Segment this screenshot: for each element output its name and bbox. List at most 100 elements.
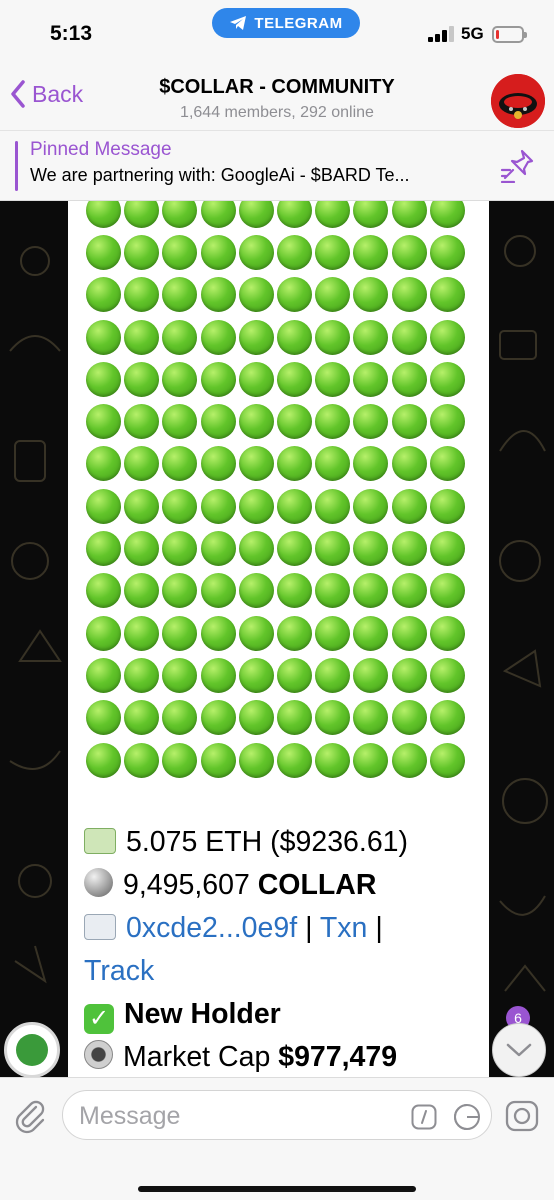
bot-avatar[interactable] [4,1022,60,1077]
green-circle-icon [276,488,312,524]
green-circle-icon [162,277,198,313]
green-circle-icon [86,404,121,440]
green-circle-icon [276,657,312,693]
battery-icon [492,26,527,43]
green-circle-icon [162,531,198,567]
green-circle-icon [391,404,427,440]
emoji-row [86,485,476,527]
green-circle-icon [315,277,351,313]
token-symbol: COLLAR [257,869,377,901]
camera-icon[interactable] [505,1100,539,1132]
track-link[interactable]: Track [84,955,154,987]
green-circle-icon [353,277,389,313]
message-input[interactable] [79,1100,379,1132]
green-circle-icon [162,488,198,524]
green-circle-icon [353,742,389,778]
sticker-icon[interactable] [453,1103,481,1131]
green-circle-icon [315,657,351,693]
emoji-row [86,570,476,612]
message-field[interactable] [62,1090,492,1140]
pinned-text: We are partnering with: GoogleAi - $BARD… [30,165,410,185]
green-circle-icon [238,234,274,270]
emoji-row [86,201,476,231]
green-circle-icon [276,615,312,651]
green-circle-icon [86,361,121,397]
emoji-row [86,400,476,442]
green-circle-icon [276,573,312,609]
green-circle-icon [315,404,351,440]
green-circle-icon [86,657,121,693]
green-circle-icon [315,573,351,609]
token-amount: 9,495,607 [123,869,250,901]
chat-subtitle: 1,644 members, 292 online [180,104,374,121]
group-avatar[interactable] [491,74,545,128]
emoji-row [86,316,476,358]
green-circle-icon [162,361,198,397]
scroll-down-button[interactable] [492,1023,546,1077]
green-circle-icon [86,234,121,270]
green-circle-icon [86,319,121,355]
green-circle-icon [276,404,312,440]
chat-area[interactable]: 5.075 ETH ($9236.61) 9,495,607 COLLAR 0x… [0,201,554,1077]
green-circle-icon [238,700,274,736]
green-circle-icon [391,319,427,355]
green-circle-icon [276,361,312,397]
green-circle-icon [315,700,351,736]
green-circle-icon [124,657,160,693]
green-circle-icon [238,319,274,355]
pinned-list-icon[interactable] [500,149,536,183]
green-circle-icon [86,488,121,524]
market-cap-value: $977,479 [278,1041,398,1073]
market-cap-line: Market Cap $977,479 [84,1036,484,1077]
chat-title[interactable]: $COLLAR - COMMUNITY [0,76,554,99]
green-circle-icon [429,657,465,693]
green-circle-icon [238,615,274,651]
pinned-label: Pinned Message [30,139,172,160]
green-circle-icon [238,573,274,609]
green-circle-icon [315,234,351,270]
green-circle-icon [391,446,427,482]
bot-commands-icon[interactable] [411,1104,437,1130]
composer-bar [0,1077,554,1200]
green-circle-icon [86,201,121,228]
green-circle-icon [200,361,236,397]
separator: | [375,912,383,944]
telegram-pill[interactable]: TELEGRAM [212,8,360,38]
green-circle-icon [86,700,121,736]
green-circle-icon [162,742,198,778]
green-circle-icon [276,201,312,228]
green-circle-icon [200,446,236,482]
pinned-message-bar[interactable]: Pinned Message We are partnering with: G… [0,130,554,201]
green-circle-icon [124,201,160,228]
token-line: 9,495,607 COLLAR [84,864,484,907]
green-circle-icon [86,615,121,651]
green-circle-icon [200,615,236,651]
new-holder-label: New Holder [124,998,281,1030]
green-circle-icon [200,234,236,270]
green-circle-icon [124,700,160,736]
separator: | [305,912,313,944]
id-card-icon [84,914,116,940]
green-circle-icon [391,361,427,397]
txn-link[interactable]: Txn [320,912,368,944]
green-circle-icon [200,201,236,228]
chat-header: Back $COLLAR - COMMUNITY 1,644 members, … [0,70,554,130]
emoji-row [86,231,476,273]
green-circle-icon [238,201,274,228]
green-circle-icon [124,277,160,313]
green-circle-icon [200,700,236,736]
chevron-down-icon [506,1043,532,1057]
message-bubble[interactable]: 5.075 ETH ($9236.61) 9,495,607 COLLAR 0x… [68,201,489,1077]
address-link[interactable]: 0xcde2...0e9f [126,912,297,944]
green-circle-icon [429,446,465,482]
coin-icon [84,868,113,897]
green-circle-icon [162,234,198,270]
paperclip-icon[interactable] [12,1098,48,1134]
green-circle-icon [353,531,389,567]
green-circle-icon [162,319,198,355]
emoji-row [86,443,476,485]
emoji-row [86,654,476,696]
green-circle-icon [200,404,236,440]
green-circle-icon [391,615,427,651]
status-time: 5:13 [50,22,93,45]
